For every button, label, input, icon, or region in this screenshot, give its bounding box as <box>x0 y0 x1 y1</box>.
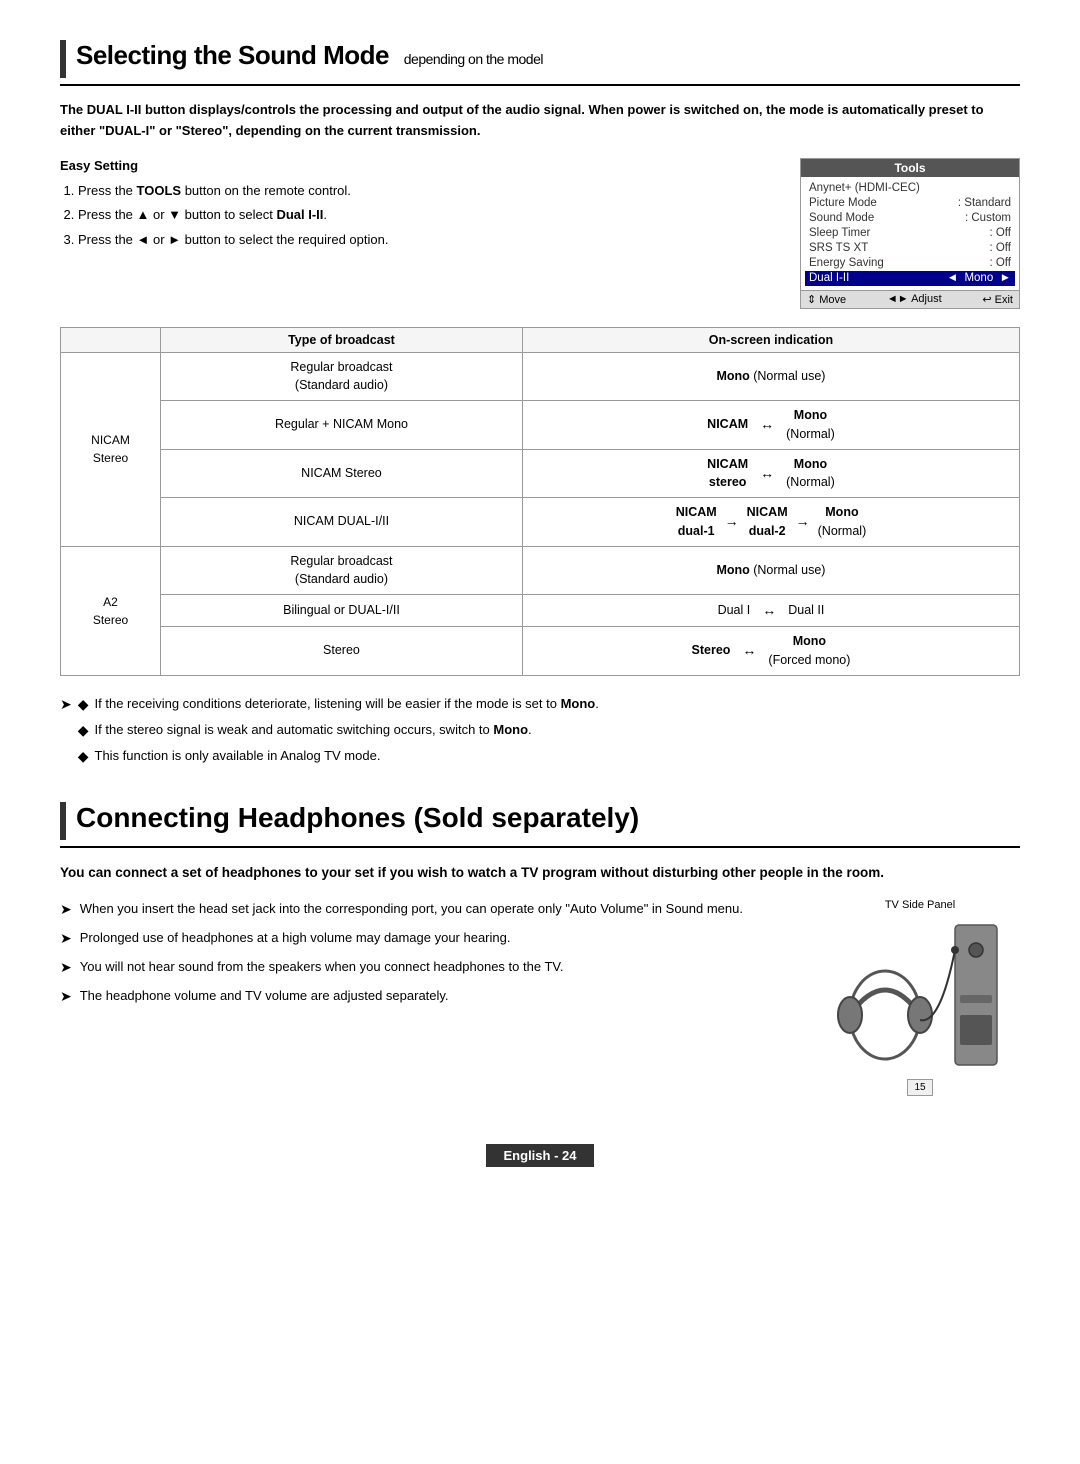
table-row: Stereo Stereo ↔ Mono(Forced mono) <box>61 627 1020 676</box>
notes-section: ➤ ◆ If the receiving conditions deterior… <box>60 694 1020 772</box>
indication: NICAMdual-1 → NICAMdual-2 → Mono(Normal) <box>522 498 1019 547</box>
indication: Mono (Normal use) <box>522 546 1019 595</box>
step1: Press the TOOLS button on the remote con… <box>78 179 770 204</box>
section1-title-text: Selecting the Sound Mode <box>76 40 389 70</box>
tools-footer: ⇕ Move ◄► Adjust ↩ Exit <box>801 290 1019 308</box>
note-item: ◆ If the stereo signal is weak and autom… <box>78 720 1020 741</box>
step3: Press the ◄ or ► button to select the re… <box>78 228 770 253</box>
indication: Stereo ↔ Mono(Forced mono) <box>522 627 1019 676</box>
easy-setting-steps: Press the TOOLS button on the remote con… <box>60 179 770 253</box>
tools-adjust: ◄► Adjust <box>887 293 942 306</box>
col0-header <box>61 327 161 352</box>
table-row: NICAM DUAL-I/II NICAMdual-1 → NICAMdual-… <box>61 498 1020 547</box>
section1-intro: The DUAL I-II button displays/controls t… <box>60 100 1020 142</box>
note-item: ◆ If the receiving conditions deteriorat… <box>78 694 1020 715</box>
tools-exit: ↩ Exit <box>982 293 1013 306</box>
section2-title-block: Connecting Headphones (Sold separately) <box>60 802 1020 848</box>
easy-setting-section: Easy Setting Press the TOOLS button on t… <box>60 158 1020 309</box>
section1-subtitle: depending on the model <box>404 51 543 67</box>
broadcast-type: NICAM DUAL-I/II <box>161 498 523 547</box>
page-footer: English - 24 <box>60 1136 1020 1167</box>
section2-heading: Connecting Headphones (Sold separately) <box>76 802 639 834</box>
broadcast-type: Regular broadcast(Standard audio) <box>161 546 523 595</box>
broadcast-type: Bilingual or DUAL-I/II <box>161 595 523 627</box>
indication: NICAM ↔ Mono(Normal) <box>522 401 1019 450</box>
note-item: ◆ This function is only available in Ana… <box>78 746 1020 767</box>
col2-header: On-screen indication <box>522 327 1019 352</box>
broadcast-type: NICAM Stereo <box>161 449 523 498</box>
section2-intro: You can connect a set of headphones to y… <box>60 862 1020 884</box>
tools-panel: Tools Anynet+ (HDMI-CEC) Picture Mode : … <box>800 158 1020 309</box>
section2: Connecting Headphones (Sold separately) … <box>60 802 1020 1097</box>
tools-row-energy: Energy Saving : Off <box>809 256 1011 271</box>
table-row: NICAM Stereo NICAMstereo ↔ Mono(Normal) <box>61 449 1020 498</box>
tools-row-sound: Sound Mode : Custom <box>809 211 1011 226</box>
note-group: ➤ ◆ If the receiving conditions deterior… <box>60 694 1020 772</box>
section1: Selecting the Sound Mode depending on th… <box>60 40 1020 772</box>
table-row: NICAMStereo Regular broadcast(Standard a… <box>61 352 1020 401</box>
hp-note-3: ➤ You will not hear sound from the speak… <box>60 957 800 978</box>
col1-header: Type of broadcast <box>161 327 523 352</box>
hp-note-4: ➤ The headphone volume and TV volume are… <box>60 986 800 1007</box>
tv-side-panel-label: TV Side Panel <box>885 899 955 911</box>
indication: Dual I ↔ Dual II <box>522 595 1019 627</box>
tools-row-sleep: Sleep Timer : Off <box>809 226 1011 241</box>
headphone-notes: ➤ When you insert the head set jack into… <box>60 899 800 1015</box>
table-row: Regular + NICAM Mono NICAM ↔ Mono(Normal… <box>61 401 1020 450</box>
tools-move: ⇕ Move <box>807 293 846 306</box>
indication: NICAMstereo ↔ Mono(Normal) <box>522 449 1019 498</box>
footer-badge: English - 24 <box>486 1144 595 1167</box>
tools-row-srs: SRS TS XT : Off <box>809 241 1011 256</box>
tools-panel-title: Tools <box>801 159 1019 177</box>
broadcast-type: Regular broadcast(Standard audio) <box>161 352 523 401</box>
section-bar <box>60 40 66 78</box>
note-arrow: ➤ <box>60 694 72 713</box>
tools-row-dual: Dual I-II ◄ Mono ► <box>805 271 1015 286</box>
table-row: Bilingual or DUAL-I/II Dual I ↔ Dual II <box>61 595 1020 627</box>
broadcast-table: Type of broadcast On-screen indication N… <box>60 327 1020 676</box>
hp-note-2: ➤ Prolonged use of headphones at a high … <box>60 928 800 949</box>
broadcast-type: Regular + NICAM Mono <box>161 401 523 450</box>
section1-title-block: Selecting the Sound Mode depending on th… <box>60 40 1020 86</box>
tools-row-picture: Picture Mode : Standard <box>809 196 1011 211</box>
section2-bar <box>60 802 66 840</box>
tools-panel-body: Anynet+ (HDMI-CEC) Picture Mode : Standa… <box>801 177 1019 290</box>
section1-heading: Selecting the Sound Mode depending on th… <box>76 40 543 71</box>
headphone-image: TV Side Panel <box>820 899 1020 1096</box>
headphone-content: ➤ When you insert the head set jack into… <box>60 899 1020 1096</box>
tv-side-panel-svg <box>825 915 1015 1075</box>
table-row: A2Stereo Regular broadcast(Standard audi… <box>61 546 1020 595</box>
step2: Press the ▲ or ▼ button to select Dual I… <box>78 203 770 228</box>
broadcast-type: Stereo <box>161 627 523 676</box>
indication: Mono (Normal use) <box>522 352 1019 401</box>
easy-setting-left: Easy Setting Press the TOOLS button on t… <box>60 158 770 309</box>
a2-label: A2Stereo <box>61 546 161 675</box>
easy-setting-title: Easy Setting <box>60 158 770 173</box>
note-bullets: ◆ If the receiving conditions deteriorat… <box>78 694 1020 772</box>
nicam-label: NICAMStereo <box>61 352 161 546</box>
tools-row-anynet: Anynet+ (HDMI-CEC) <box>809 181 1011 196</box>
page-number-box: 15 <box>907 1079 932 1096</box>
hp-note-1: ➤ When you insert the head set jack into… <box>60 899 800 920</box>
